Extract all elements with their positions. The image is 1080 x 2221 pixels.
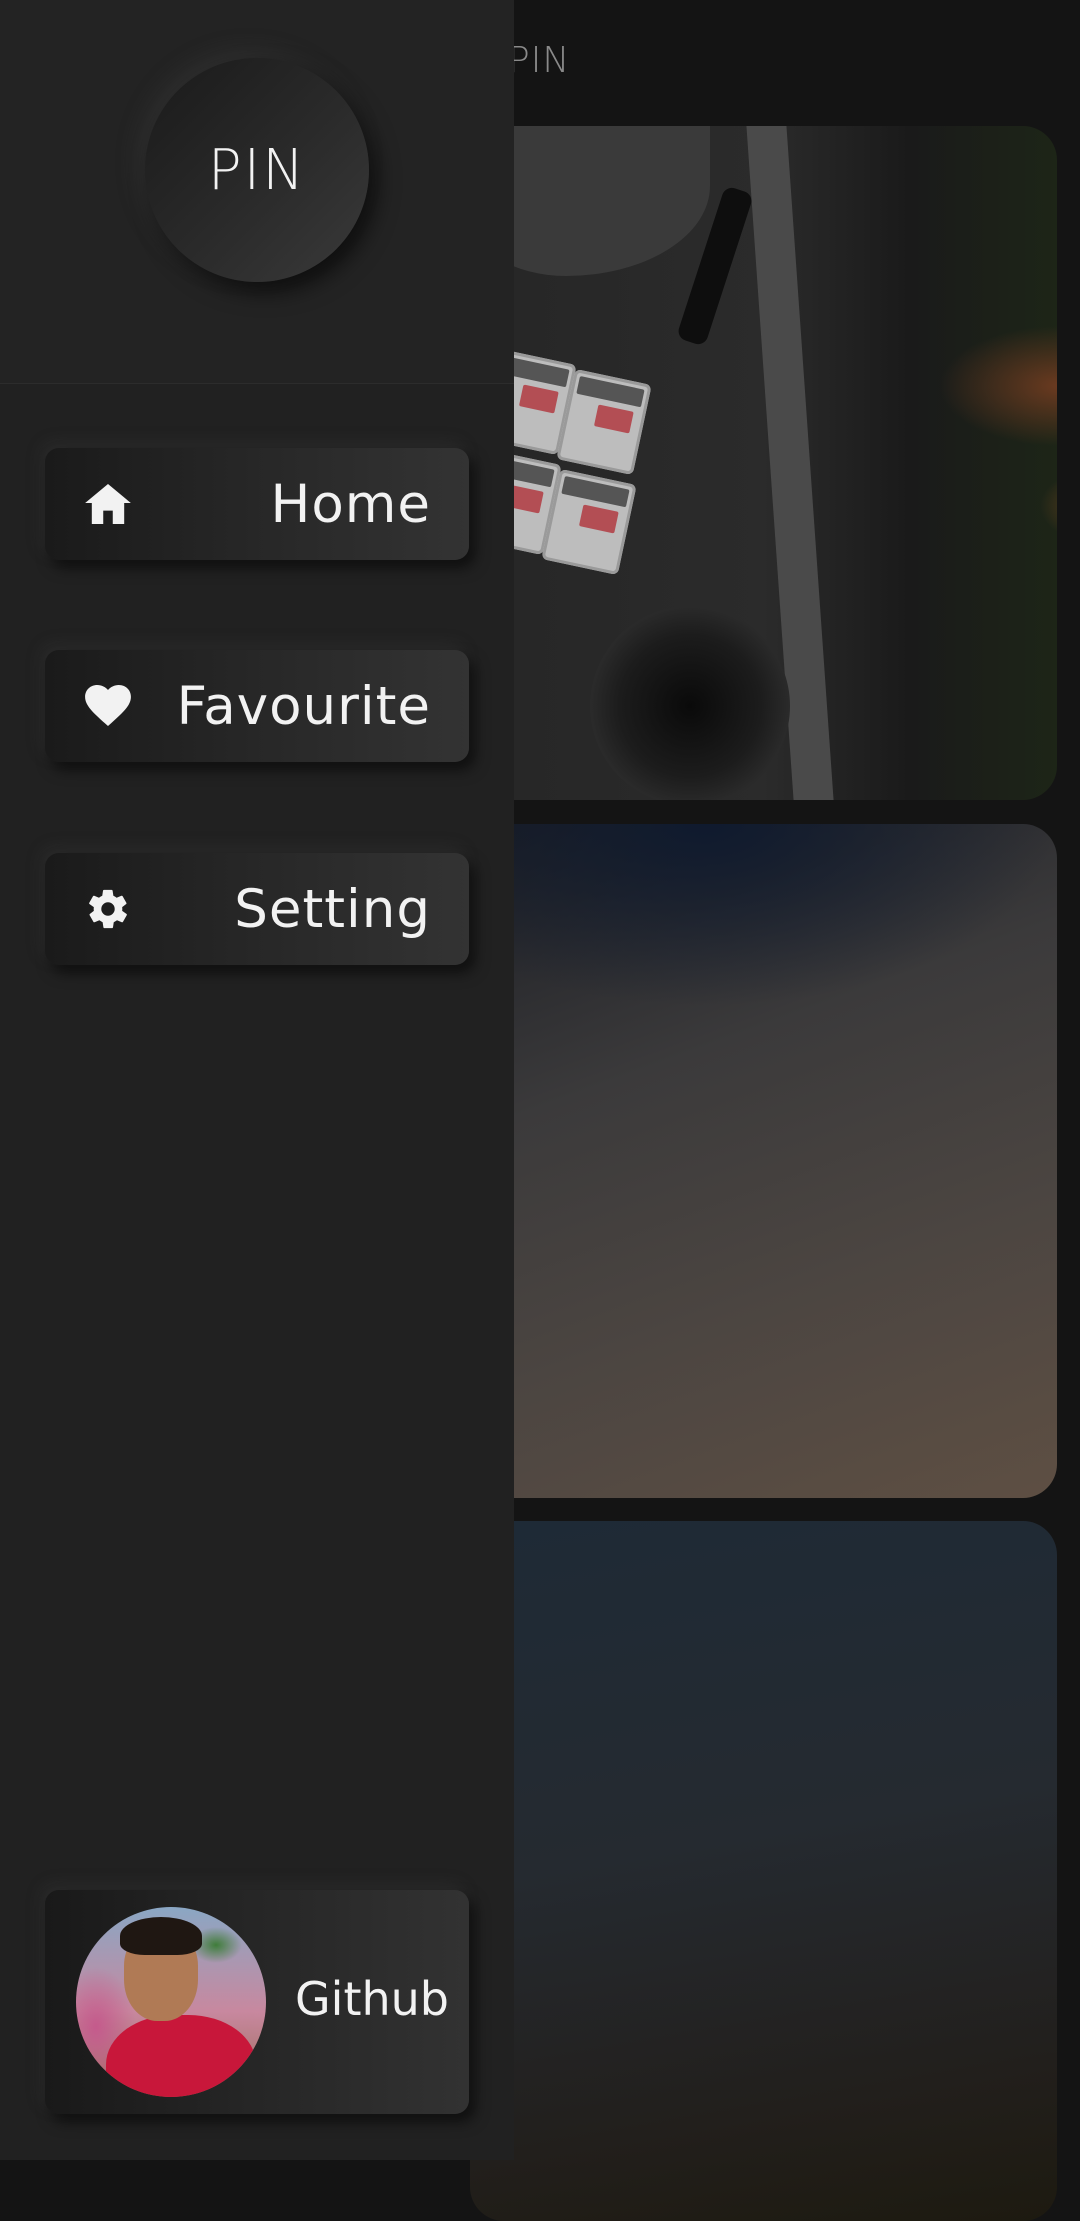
nav-item-home[interactable]: Home [45,448,469,560]
nav-item-label: Setting [234,878,431,940]
nav-item-label: Home [270,473,431,535]
avatar-hair [120,1917,202,1955]
avatar-shirt [106,2015,256,2097]
github-link[interactable]: Github [45,1890,469,2114]
heart-icon [83,681,133,731]
drawer-header: PIN [0,0,514,384]
image-card[interactable] [470,824,1057,1498]
app-title: PIN [508,40,571,81]
github-label: Github [295,1972,449,2026]
image-card[interactable] [470,1521,1057,2221]
nav-item-setting[interactable]: Setting [45,853,469,965]
navigation-drawer: PIN Home Favourite Setting Github [0,0,514,2160]
image-card[interactable] [470,126,1057,800]
gear-icon [83,884,133,934]
home-icon [83,479,133,529]
nav-item-label: Favourite [176,675,431,737]
avatar [76,1907,266,2097]
logo-text: PIN [207,137,307,203]
camera-lens [590,606,790,800]
nav-item-favourite[interactable]: Favourite [45,650,469,762]
app-logo: PIN [145,58,369,282]
